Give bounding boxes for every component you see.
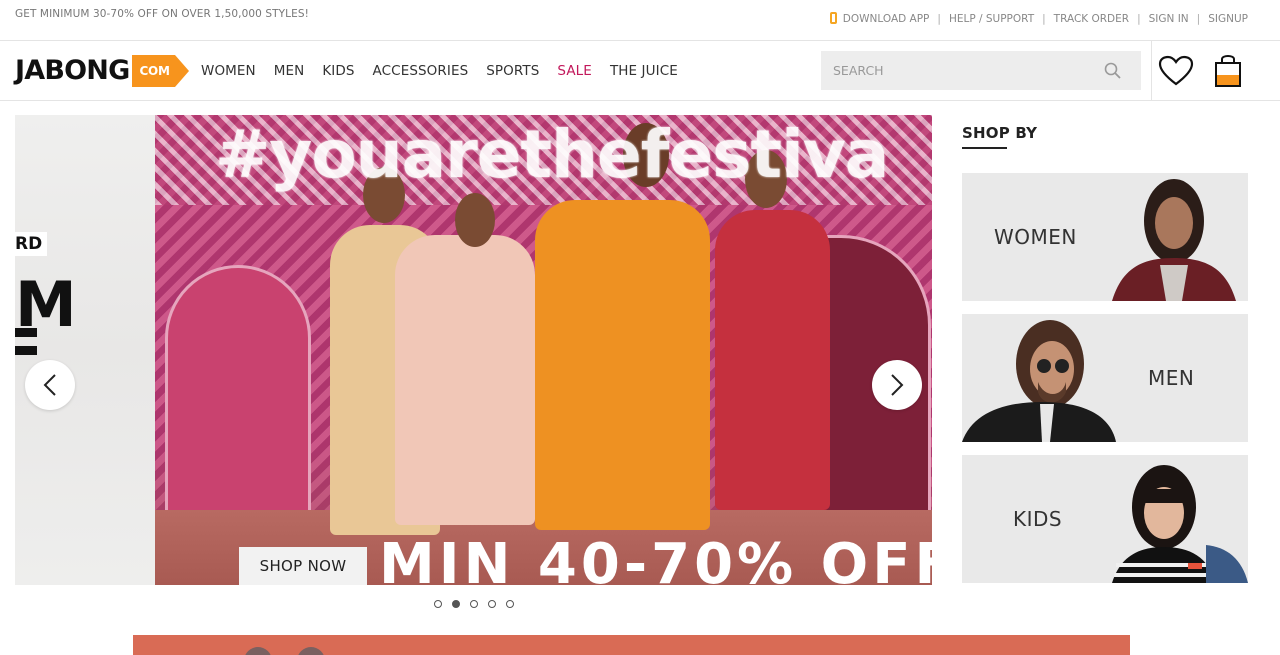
main-header: JABONG COM WOMEN MEN KIDS ACCESSORIES SP… [0, 41, 1280, 101]
header-divider [1151, 41, 1152, 100]
men-model-image [962, 320, 1116, 442]
decorative-circle [297, 647, 325, 655]
decorative-dash [15, 346, 37, 355]
women-model-image [1112, 179, 1236, 301]
chevron-left-icon [43, 374, 56, 396]
help-support-link[interactable]: HELP / SUPPORT [949, 13, 1034, 25]
shop-by-kids-tile[interactable]: KIDS [962, 455, 1248, 583]
wishlist-heart-icon[interactable] [1158, 55, 1194, 91]
tile-kids-label: KIDS [1013, 507, 1063, 531]
kids-model-image [1112, 465, 1248, 583]
carousel-next-button[interactable] [872, 360, 922, 410]
logo-wordmark: JABONG [15, 55, 130, 86]
search-box [821, 51, 1141, 90]
arch-left [165, 265, 311, 521]
nav-the-juice[interactable]: THE JUICE [610, 63, 678, 79]
banner-hashtag: #youarethefestiva [215, 116, 889, 193]
nav-men[interactable]: MEN [274, 63, 305, 79]
model-2-head [455, 193, 495, 247]
tile-women-label: WOMEN [994, 225, 1077, 249]
shopping-bag-icon[interactable] [1213, 53, 1243, 93]
chevron-right-icon [891, 374, 904, 396]
previous-slide-big-letter: M [15, 268, 77, 341]
carousel-dots [434, 600, 514, 608]
divider: | [937, 13, 941, 25]
download-app-link[interactable]: DOWNLOAD APP [843, 13, 930, 25]
model-2 [395, 235, 535, 525]
model-3 [535, 200, 710, 530]
shop-by-men-tile[interactable]: MEN [962, 314, 1248, 442]
main-nav: WOMEN MEN KIDS ACCESSORIES SPORTS SALE T… [201, 63, 696, 79]
shop-by-underline [962, 147, 1007, 149]
track-order-link[interactable]: TRACK ORDER [1054, 13, 1129, 25]
top-bar: GET MINIMUM 30-70% OFF ON OVER 1,50,000 … [0, 0, 1280, 41]
nav-kids[interactable]: KIDS [322, 63, 354, 79]
carousel-dot-4[interactable] [488, 600, 496, 608]
carousel-dot-2[interactable] [452, 600, 460, 608]
carousel-dot-3[interactable] [470, 600, 478, 608]
nav-accessories[interactable]: ACCESSORIES [373, 63, 469, 79]
carousel-dot-5[interactable] [506, 600, 514, 608]
divider: | [1196, 13, 1201, 25]
decorative-dash [15, 328, 37, 337]
nav-women[interactable]: WOMEN [201, 63, 256, 79]
jabong-logo[interactable]: JABONG COM [15, 55, 190, 87]
top-links: DOWNLOAD APP | HELP / SUPPORT | TRACK OR… [829, 12, 1248, 25]
nav-sale[interactable]: SALE [557, 63, 592, 79]
divider: | [1137, 13, 1141, 25]
search-input[interactable] [821, 51, 1115, 90]
banner-scene: #youarethefestiva [155, 115, 932, 585]
divider: | [1042, 13, 1046, 25]
logo-com-label: COM [139, 64, 170, 78]
promo-text: GET MINIMUM 30-70% OFF ON OVER 1,50,000 … [15, 8, 309, 20]
shop-now-button[interactable]: SHOP NOW [239, 547, 367, 585]
signup-link[interactable]: SIGNUP [1208, 13, 1248, 25]
carousel-prev-button[interactable] [25, 360, 75, 410]
carousel-dot-1[interactable] [434, 600, 442, 608]
next-section-banner[interactable] [133, 635, 1130, 655]
shop-by-title: SHOP BY [962, 124, 1038, 142]
nav-sports[interactable]: SPORTS [486, 63, 539, 79]
previous-slide-text: RD [15, 232, 47, 256]
banner-offer-text: MIN 40-70% OFF [379, 532, 932, 585]
shop-by-women-tile[interactable]: WOMEN [962, 173, 1248, 301]
mobile-phone-icon [829, 12, 837, 24]
model-4 [715, 210, 830, 510]
decorative-circle [244, 647, 272, 655]
hero-banner[interactable]: RD M #youarethefestiva SHOP NOW MIN 40-7… [15, 115, 932, 585]
logo-com-tag: COM [132, 55, 190, 87]
sign-in-link[interactable]: SIGN IN [1149, 13, 1189, 25]
search-icon[interactable] [1104, 62, 1121, 83]
tile-men-label: MEN [1148, 366, 1195, 390]
previous-slide-peek: RD M [15, 115, 155, 585]
